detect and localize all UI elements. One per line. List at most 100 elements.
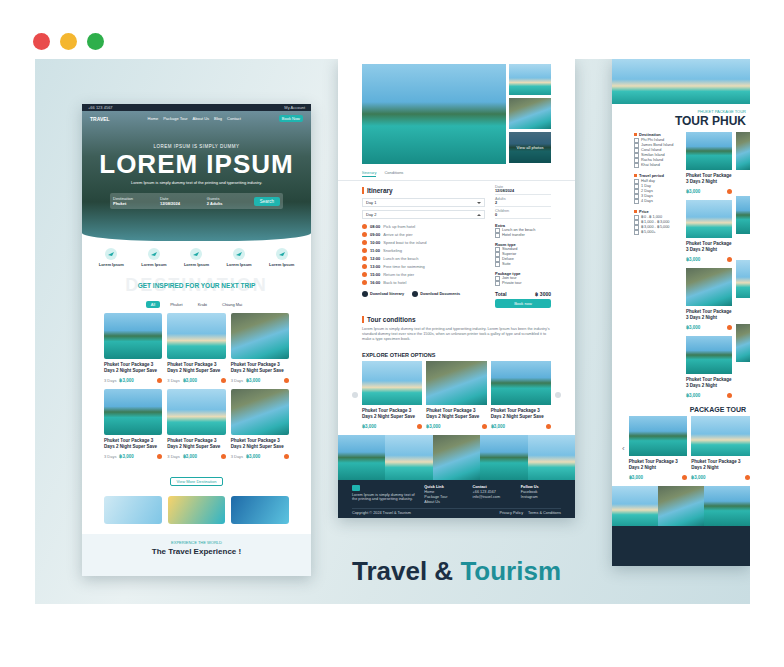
filter-checkbox[interactable]: Similan Island xyxy=(634,153,682,158)
option-checkbox[interactable]: Lunch on the beach xyxy=(495,228,551,233)
tour-page-mockup: PHUKET PACKAGE TOUR TOUR PHUK Destinatio… xyxy=(612,59,750,566)
filter-checkbox[interactable]: 1 Day xyxy=(634,184,682,189)
window-dot[interactable] xyxy=(60,33,77,50)
filter-checkbox[interactable]: Coral Island xyxy=(634,148,682,153)
footer-link[interactable]: +66 123 4567 xyxy=(473,490,513,494)
nav-link[interactable]: About Us xyxy=(193,116,209,121)
filter-checkbox[interactable]: 2 Days xyxy=(634,189,682,194)
nav-link[interactable]: Contact xyxy=(227,116,241,121)
arrow-icon[interactable] xyxy=(221,378,226,383)
window-dot[interactable] xyxy=(87,33,104,50)
detail-tab[interactable]: Itinerary xyxy=(362,170,376,177)
window-dot[interactable] xyxy=(33,33,50,50)
thumb-photo[interactable] xyxy=(509,64,551,95)
option-checkbox[interactable]: Private tour xyxy=(495,281,551,286)
search-field[interactable]: Guests2 Adults xyxy=(207,196,251,206)
filter-checkbox[interactable]: 3 Days xyxy=(634,194,682,199)
thumb-photo[interactable] xyxy=(509,98,551,129)
account-link[interactable]: My Account xyxy=(284,105,305,110)
day-select[interactable]: Day 1 xyxy=(362,198,485,207)
next-arrow-icon[interactable] xyxy=(555,392,561,398)
arrow-icon[interactable] xyxy=(221,454,226,459)
banner[interactable] xyxy=(168,496,226,524)
booking-field[interactable]: Adults2 xyxy=(495,197,551,207)
book-button[interactable]: Book Now xyxy=(279,115,303,122)
step-icon xyxy=(362,256,367,261)
filter-checkbox[interactable]: Phi Phi Island xyxy=(634,138,682,143)
filter-tab[interactable]: Krabi xyxy=(193,301,212,308)
day-select[interactable]: Day 2 xyxy=(362,210,485,219)
banner[interactable] xyxy=(231,496,289,524)
footer-link[interactable]: info@travel.com xyxy=(473,495,513,499)
tour-card[interactable]: Phuket Tour Package 3 Days 2 Night Super… xyxy=(231,389,289,459)
tour-card[interactable]: Phuket Tour Package 3 Days 2 Night Super… xyxy=(104,313,162,383)
filter-checkbox[interactable]: ฿3,000 - ฿5,000 xyxy=(634,225,682,230)
option-checkbox[interactable]: Standard xyxy=(495,247,551,252)
search-field[interactable]: DestinationPhuket xyxy=(113,196,157,206)
thumb-photo[interactable]: View all photos xyxy=(509,132,551,163)
tour-card[interactable]: Phuket Tour Package 3 Days 2 Night Super… xyxy=(167,313,225,383)
booking-field[interactable]: Children0 xyxy=(495,209,551,219)
filter-checkbox[interactable]: Half day xyxy=(634,179,682,184)
view-photos-overlay[interactable]: View all photos xyxy=(509,132,551,163)
prev-button[interactable]: ‹ xyxy=(622,444,625,453)
filter-checkbox[interactable]: ฿0 - ฿1,000 xyxy=(634,215,682,220)
tour-card[interactable]: Phuket Tour Package 3 Days 2 Night ฿3,00… xyxy=(686,336,732,398)
search-button[interactable]: Search xyxy=(254,197,280,206)
arrow-icon[interactable] xyxy=(157,378,162,383)
feature: Lorem Ipsum xyxy=(184,248,209,275)
tour-card[interactable]: Phuket Tour Package 3 Days 2 Night ฿3,00… xyxy=(686,132,732,194)
filter-tab[interactable]: Chiang Mai xyxy=(217,301,247,308)
filter-checkbox[interactable]: 4 Days xyxy=(634,199,682,204)
tour-card[interactable]: Phuket Tour Package 3 Days 2 Night ฿3,00… xyxy=(686,268,732,330)
booking-field[interactable]: Date12/08/2024 xyxy=(495,185,551,195)
search-field[interactable]: Date12/08/2024 xyxy=(160,196,204,206)
filter-tab[interactable]: All xyxy=(146,301,160,308)
filter-checkbox[interactable]: ฿1,000 - ฿3,000 xyxy=(634,220,682,225)
option-checkbox[interactable]: Deluxe xyxy=(495,257,551,262)
option-card[interactable]: Phuket Tour Package 3 Days 2 Night Super… xyxy=(491,361,551,429)
tour-card[interactable]: Phuket Tour Package 3 Days 2 Night Super… xyxy=(104,389,162,459)
option-card[interactable]: Phuket Tour Package 3 Days 2 Night Super… xyxy=(362,361,422,429)
nav-link[interactable]: Blog xyxy=(214,116,222,121)
tour-banner xyxy=(612,59,750,104)
legal-link[interactable]: Terms & Conditions xyxy=(528,511,561,515)
detail-tab[interactable]: Conditions xyxy=(384,170,403,177)
option-checkbox[interactable]: Suite xyxy=(495,262,551,267)
legal-link[interactable]: Privacy Policy xyxy=(499,511,523,515)
feature-icon xyxy=(276,248,288,260)
logo[interactable]: TRAVEL xyxy=(90,116,110,122)
main-photo[interactable] xyxy=(362,64,506,164)
filter-checkbox[interactable]: James Bond Island xyxy=(634,143,682,148)
nav-link[interactable]: Home xyxy=(148,116,159,121)
option-checkbox[interactable]: Hotel transfer xyxy=(495,233,551,238)
prev-arrow-icon[interactable] xyxy=(352,392,358,398)
tour-card[interactable]: Phuket Tour Package 3 Days 2 Night Super… xyxy=(231,313,289,383)
footer-link[interactable]: About Us xyxy=(424,500,464,504)
footer-link[interactable]: Home xyxy=(424,490,464,494)
arrow-icon[interactable] xyxy=(284,378,289,383)
filter-checkbox[interactable]: ฿5,000+ xyxy=(634,230,682,235)
footer-link[interactable]: Facebook xyxy=(521,490,561,494)
feature-icon xyxy=(190,248,202,260)
filter-checkbox[interactable]: Khai Island xyxy=(634,163,682,168)
footer-link[interactable]: Instagram xyxy=(521,495,561,499)
nav-link[interactable]: Package Tour xyxy=(163,116,187,121)
footer-link[interactable]: Package Tour xyxy=(424,495,464,499)
book-now-button[interactable]: Book now xyxy=(495,299,551,308)
arrow-icon[interactable] xyxy=(284,454,289,459)
view-more-button[interactable]: View More Destination xyxy=(170,477,224,486)
arrow-icon[interactable] xyxy=(157,454,162,459)
option-card[interactable]: Phuket Tour Package 3 Days 2 Night Super… xyxy=(426,361,486,429)
download-button[interactable]: Download Itinerary xyxy=(362,291,404,297)
tour-card[interactable]: Phuket Tour Package 3 Days 2 Night ฿3,00… xyxy=(686,200,732,262)
package-card[interactable]: Phuket Tour Package 3 Days 2 Night ฿3,00… xyxy=(629,416,688,480)
option-checkbox[interactable]: Join tour xyxy=(495,276,551,281)
download-button[interactable]: Download Documents xyxy=(412,291,460,297)
banner[interactable] xyxy=(104,496,162,524)
filter-tab[interactable]: Phuket xyxy=(165,301,187,308)
option-checkbox[interactable]: Superior xyxy=(495,252,551,257)
filter-checkbox[interactable]: Racha Island xyxy=(634,158,682,163)
tour-card[interactable]: Phuket Tour Package 3 Days 2 Night Super… xyxy=(167,389,225,459)
package-card[interactable]: Phuket Tour Package 3 Days 2 Night ฿3,00… xyxy=(691,416,750,480)
